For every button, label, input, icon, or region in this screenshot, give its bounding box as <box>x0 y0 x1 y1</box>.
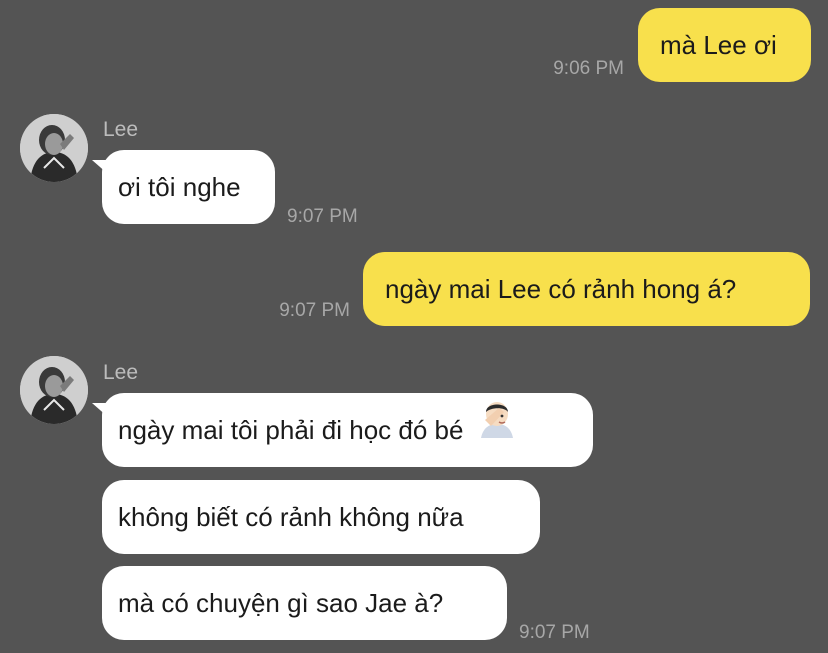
bubble-tail <box>92 160 108 174</box>
face-palm-emoji <box>477 392 517 466</box>
message-text: không biết có rảnh không nữa <box>118 502 464 532</box>
message-timestamp: 9:07 PM <box>519 622 590 643</box>
message-timestamp: 9:06 PM <box>553 58 624 79</box>
avatar-photo <box>20 114 88 182</box>
message-timestamp: 9:07 PM <box>279 300 350 321</box>
my-message-bubble[interactable]: ngày mai Lee có rảnh hong á? <box>363 252 810 326</box>
message-text: mà có chuyện gì sao Jae à? <box>118 588 444 618</box>
sender-name: Lee <box>103 118 139 141</box>
my-message-bubble[interactable]: mà Lee ơi <box>638 8 811 82</box>
contact-avatar[interactable] <box>20 356 88 424</box>
their-message-bubble[interactable]: không biết có rảnh không nữa <box>102 480 540 554</box>
avatar-photo <box>20 356 88 424</box>
message-text: ngày mai Lee có rảnh hong á? <box>385 274 737 304</box>
their-message-bubble[interactable]: mà có chuyện gì sao Jae à? <box>102 566 507 640</box>
their-message-bubble[interactable]: ơi tôi nghe <box>102 150 275 224</box>
their-message-bubble[interactable]: ngày mai tôi phải đi học đó bé <box>102 393 593 467</box>
message-text: ngày mai tôi phải đi học đó bé <box>118 415 464 445</box>
message-text: ơi tôi nghe <box>118 172 241 202</box>
bubble-tail <box>92 403 108 417</box>
message-timestamp: 9:07 PM <box>287 206 358 227</box>
contact-avatar[interactable] <box>20 114 88 182</box>
message-text: mà Lee ơi <box>660 30 777 60</box>
bubble-tail <box>794 272 810 286</box>
sender-name: Lee <box>103 361 139 384</box>
bubble-tail <box>794 30 810 44</box>
